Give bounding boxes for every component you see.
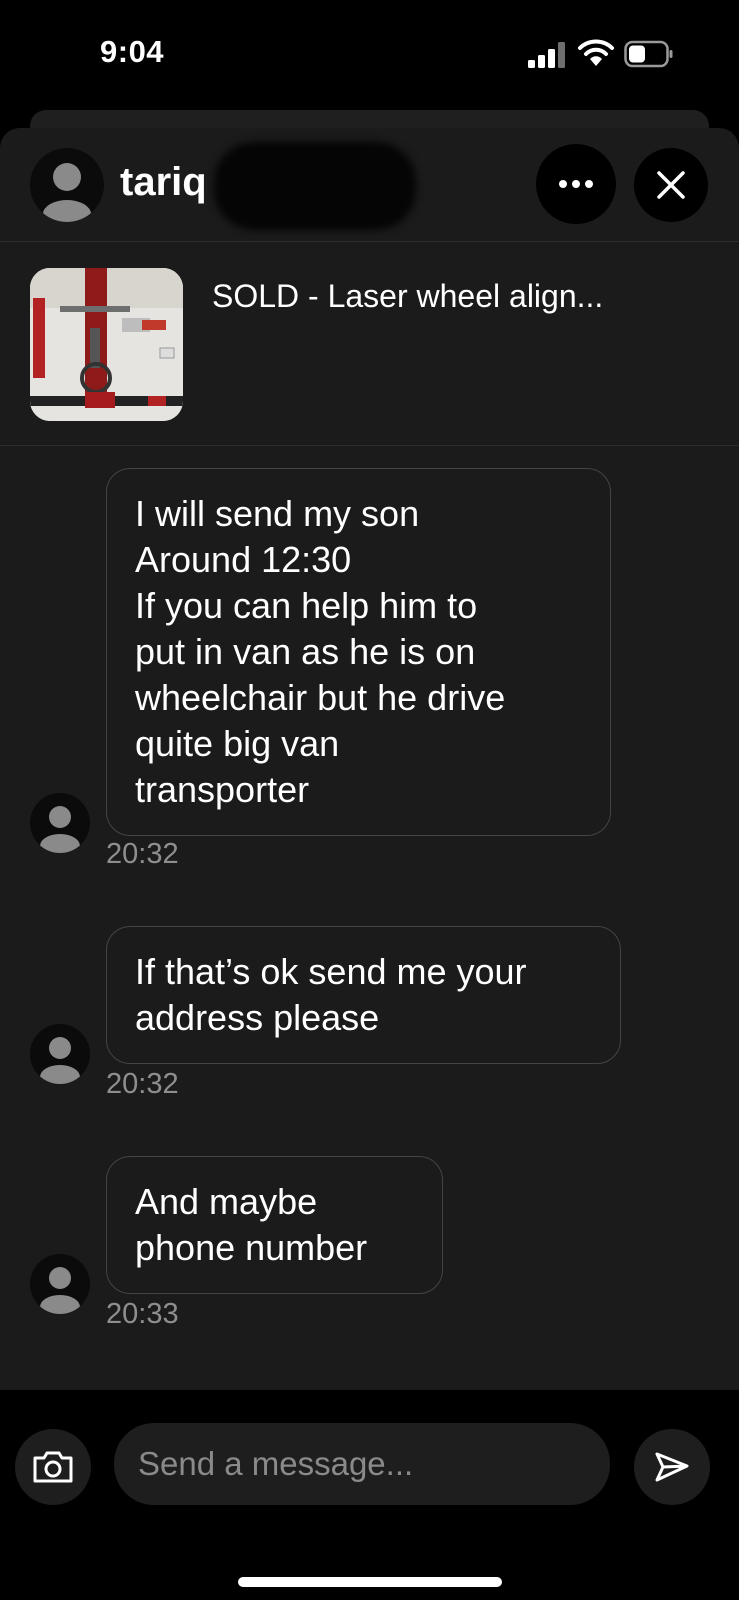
message-line: quite big van <box>135 723 340 764</box>
sender-avatar[interactable] <box>30 793 90 853</box>
message-line: phone number <box>135 1227 368 1268</box>
chat-header: tariq <box>0 128 739 242</box>
user-icon <box>40 1037 80 1084</box>
close-icon <box>657 171 685 199</box>
user-icon <box>40 806 80 853</box>
message-line: wheelchair but he drive <box>135 677 506 718</box>
message-line: And maybe <box>135 1181 318 1222</box>
listing-card[interactable]: SOLD - Laser wheel align... <box>0 242 739 446</box>
user-icon <box>40 1267 80 1314</box>
status-bar: 9:04 <box>0 0 739 110</box>
message-line: If that’s ok send me your <box>135 951 527 992</box>
sender-avatar[interactable] <box>30 1254 90 1314</box>
user-avatar[interactable] <box>30 148 104 222</box>
more-horizontal-icon <box>559 180 593 188</box>
message-line: address please <box>135 997 380 1038</box>
close-button[interactable] <box>634 148 708 222</box>
message-bubble: And maybe phone number <box>106 1156 443 1294</box>
message-line: put in van as he is on <box>135 631 476 672</box>
sender-avatar[interactable] <box>30 1024 90 1084</box>
listing-thumbnail[interactable] <box>30 268 183 421</box>
message-line: If you can help him to <box>135 585 478 626</box>
listing-title[interactable]: SOLD - Laser wheel align... <box>212 278 603 315</box>
username[interactable]: tariq <box>120 160 207 205</box>
message-timestamp: 20:33 <box>106 1298 179 1330</box>
user-icon <box>43 163 91 222</box>
send-icon <box>655 1452 689 1482</box>
camera-button[interactable] <box>15 1429 91 1505</box>
home-indicator <box>238 1577 502 1587</box>
message-bubble: I will send my son Around 12:30 If you c… <box>106 468 611 836</box>
status-time: 9:04 <box>100 34 165 69</box>
message-input[interactable] <box>114 1423 610 1505</box>
more-options-button[interactable] <box>536 144 616 224</box>
message-bubble: If that’s ok send me your address please <box>106 926 621 1064</box>
message-line: I will send my son <box>135 493 420 534</box>
message-timestamp: 20:32 <box>106 1068 179 1100</box>
message-composer <box>0 1390 739 1600</box>
message-timestamp: 20:32 <box>106 838 179 870</box>
wifi-icon <box>578 39 614 66</box>
battery-icon <box>624 40 673 68</box>
send-button[interactable] <box>634 1429 710 1505</box>
chat-sheet: tariq SOLD - Laser wheel align... I will… <box>0 128 739 1390</box>
redaction-mark <box>214 142 416 230</box>
camera-icon <box>33 1451 73 1483</box>
product-image <box>30 268 183 421</box>
signal-icon <box>528 42 565 68</box>
message-line: transporter <box>135 769 310 810</box>
message-line: Around 12:30 <box>135 539 352 580</box>
